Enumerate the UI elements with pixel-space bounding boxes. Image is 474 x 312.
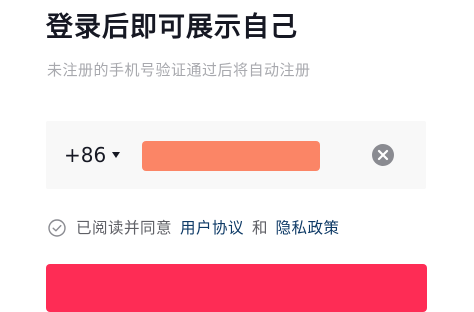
privacy-policy-link[interactable]: 隐私政策 [276,216,340,240]
agreement-prefix: 已阅读并同意 [76,219,173,237]
phone-input-row: +86 [46,121,426,189]
clear-icon[interactable] [372,144,394,166]
caret-down-icon [112,152,121,158]
agreement-row: 已阅读并同意 用户协议 和 隐私政策 [48,216,340,240]
page-title: 登录后即可展示自己 [46,12,298,43]
check-circle-icon[interactable] [48,219,66,237]
page-subtitle: 未注册的手机号验证通过后将自动注册 [47,61,311,79]
phone-number-input[interactable] [142,141,320,171]
country-code-label: +86 [64,143,107,167]
agreement-conjunction: 和 [252,219,268,237]
country-code-selector[interactable]: +86 [64,142,121,168]
login-button[interactable] [46,264,427,312]
user-agreement-link[interactable]: 用户协议 [180,216,244,240]
